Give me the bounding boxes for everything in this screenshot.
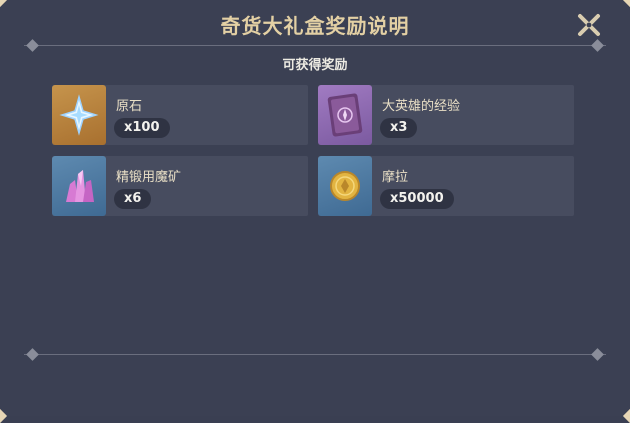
reward-quantity: x50000 [380,189,454,209]
reward-quantity: x6 [114,189,152,209]
corner-ornament [622,0,630,8]
reward-quantity: x3 [380,118,418,138]
close-button[interactable] [576,12,602,38]
reward-name: 原石 [116,99,143,114]
reward-quantity: x100 [114,118,170,138]
mystic-enhancement-ore-icon [66,170,94,202]
corner-ornament [0,0,8,8]
close-icon[interactable] [576,12,602,38]
reward-thumb [52,85,106,145]
divider [24,39,606,52]
reward-card[interactable]: 原石 x100 [52,85,308,145]
divider-ornament [26,348,39,361]
reward-thumb [52,156,106,216]
reward-name: 摩拉 [382,170,409,185]
reward-name: 大英雄的经验 [382,99,461,114]
reward-thumb [318,85,372,145]
reward-card[interactable]: 大英雄的经验 x3 [318,85,574,145]
reward-card[interactable]: 摩拉 x50000 [318,156,574,216]
reward-dialog: 奇货大礼盒奖励说明 可获得奖励 原石 x100 大英雄的经验 x3 精锻用魔矿 … [0,0,630,423]
dialog-title: 奇货大礼盒奖励说明 [220,14,410,38]
reward-name: 精锻用魔矿 [116,170,182,185]
heros-wit-icon [327,93,363,137]
reward-thumb [318,156,372,216]
section-subtitle: 可获得奖励 [282,58,348,73]
divider [24,348,606,361]
divider-ornament [591,39,604,52]
mora-icon [330,171,360,201]
primogem-icon [59,94,99,136]
reward-card[interactable]: 精锻用魔矿 x6 [52,156,308,216]
divider-ornament [591,348,604,361]
divider-ornament [26,39,39,52]
